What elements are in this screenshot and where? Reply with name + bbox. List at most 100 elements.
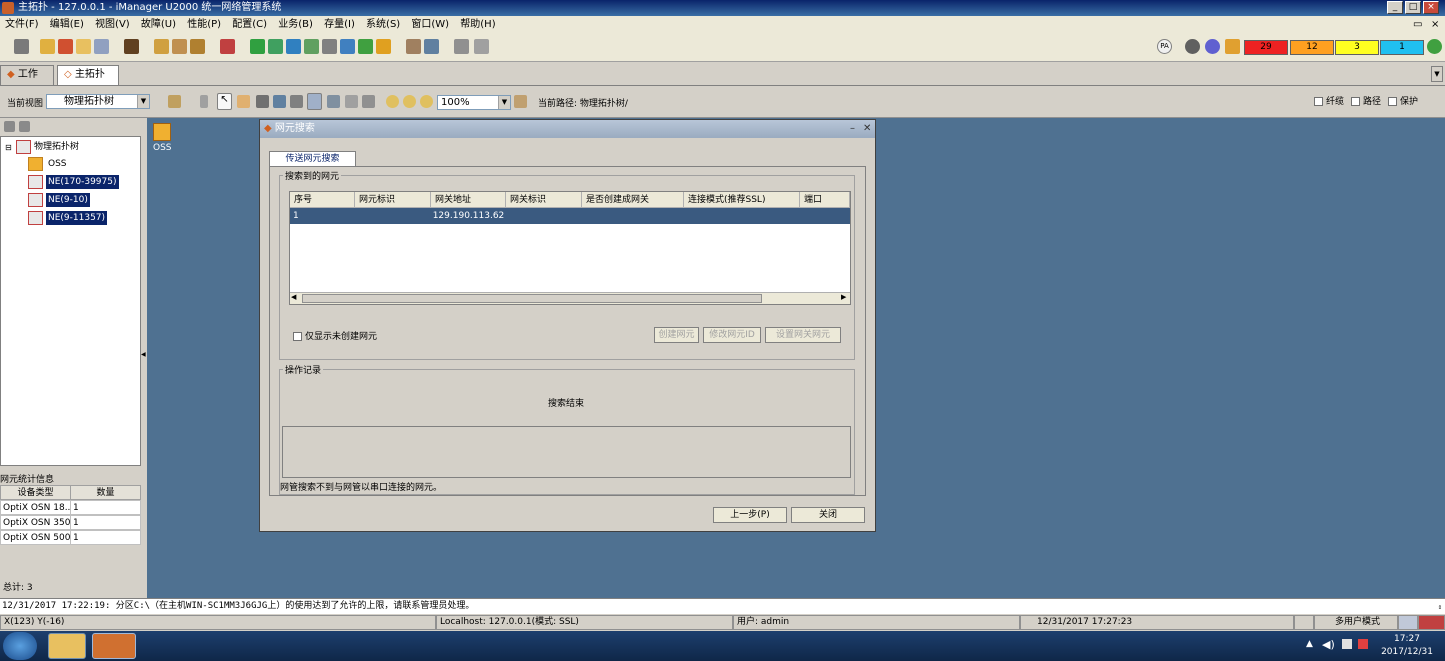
menu-performance[interactable]: 性能(P) bbox=[187, 19, 221, 30]
zoom-out-icon[interactable] bbox=[403, 95, 416, 108]
tray-expand-icon[interactable]: ▲ bbox=[1306, 639, 1313, 649]
network-icon[interactable] bbox=[1342, 639, 1352, 649]
report-icon[interactable] bbox=[424, 39, 439, 54]
major-alarm-count[interactable]: 12 bbox=[1290, 40, 1334, 55]
dialog-close-icon[interactable]: ✕ bbox=[863, 120, 871, 138]
stats-col-type[interactable]: 设备类型 bbox=[0, 485, 71, 500]
mute-icon[interactable] bbox=[190, 39, 205, 54]
tab-main-topology[interactable]: ◇ 主拓扑 ✕ bbox=[57, 65, 119, 98]
tree-root[interactable]: 物理拓扑树 bbox=[34, 140, 79, 154]
set-gateway-ne-button[interactable]: 设置网关网元 bbox=[765, 327, 841, 343]
topology-icon[interactable] bbox=[250, 39, 265, 54]
u2000-taskbar-icon[interactable] bbox=[92, 633, 136, 659]
expand-tree-icon[interactable] bbox=[4, 121, 15, 132]
user-icon[interactable] bbox=[124, 39, 139, 54]
print-icon[interactable] bbox=[362, 95, 375, 108]
grid-icon[interactable] bbox=[345, 95, 358, 108]
tool-icon[interactable] bbox=[220, 39, 235, 54]
plane-icon[interactable] bbox=[340, 39, 355, 54]
login-icon[interactable] bbox=[40, 39, 55, 54]
tree-item-ne-170-39975[interactable]: NE(170-39975) bbox=[46, 175, 119, 189]
oss-node-icon[interactable] bbox=[153, 123, 171, 141]
close-window-button[interactable]: × bbox=[1423, 1, 1439, 14]
locate-icon[interactable] bbox=[514, 95, 527, 108]
path-icon[interactable] bbox=[286, 39, 301, 54]
dialog-minimize-icon[interactable]: – bbox=[850, 120, 855, 138]
protect-check-box[interactable] bbox=[1388, 97, 1397, 106]
previous-step-button[interactable]: 上一步(P) bbox=[713, 507, 787, 523]
file-explorer-icon[interactable] bbox=[48, 633, 86, 659]
cut-icon[interactable] bbox=[322, 39, 337, 54]
close-button[interactable]: 关闭 bbox=[791, 507, 865, 523]
view-select[interactable]: 物理拓扑树 ▼ bbox=[46, 94, 150, 109]
warning-alarm-count[interactable]: 1 bbox=[1380, 40, 1424, 55]
menu-inventory[interactable]: 存量(I) bbox=[324, 19, 355, 30]
pin-icon[interactable] bbox=[200, 95, 208, 108]
status-monitor-icon[interactable] bbox=[1398, 615, 1418, 630]
clock-date[interactable]: 2017/12/31 bbox=[1378, 647, 1436, 657]
col-seq[interactable]: 序号 bbox=[290, 192, 355, 208]
tab-list-icon[interactable]: ▼ bbox=[1431, 66, 1443, 82]
status-scroll-icon[interactable]: ⇕ bbox=[1438, 600, 1442, 615]
stats-cell-count[interactable]: 1 bbox=[70, 500, 141, 515]
fiber-checkbox[interactable]: 纤缆 bbox=[1314, 94, 1344, 107]
tab-transport-ne-search[interactable]: 传送网元搜索 bbox=[269, 151, 356, 167]
menu-fault[interactable]: 故障(U) bbox=[141, 19, 176, 30]
minor-alarm-count[interactable]: 3 bbox=[1335, 40, 1379, 55]
add-object-icon[interactable] bbox=[168, 95, 181, 108]
tree-item-oss[interactable]: OSS bbox=[48, 157, 67, 171]
scroll-right-icon[interactable]: ▶ bbox=[841, 293, 846, 301]
create-ne-button[interactable]: 创建网元 bbox=[654, 327, 699, 343]
critical-alarm-count[interactable]: 29 bbox=[1244, 40, 1288, 55]
tab-workbench[interactable]: ◆ 工作台 bbox=[0, 65, 54, 98]
menu-window[interactable]: 窗口(W) bbox=[411, 19, 449, 30]
flag-icon[interactable] bbox=[1358, 639, 1368, 649]
menu-view[interactable]: 视图(V) bbox=[95, 19, 130, 30]
select-pointer-icon[interactable]: ↖ bbox=[217, 93, 232, 110]
alarm-light-icon[interactable] bbox=[1225, 39, 1240, 54]
binoculars-icon[interactable] bbox=[256, 95, 269, 108]
splitter-handle[interactable]: ◀ bbox=[141, 340, 146, 370]
service-icon[interactable] bbox=[268, 39, 283, 54]
col-created-as-gateway[interactable]: 是否创建成网关 bbox=[582, 192, 684, 208]
stats-cell-type[interactable]: OptiX OSN 500 bbox=[0, 530, 71, 545]
maximize-button[interactable]: □ bbox=[1405, 1, 1421, 14]
menu-edit[interactable]: 编辑(E) bbox=[50, 19, 84, 30]
stats-cell-count[interactable]: 1 bbox=[70, 515, 141, 530]
menu-system[interactable]: 系统(S) bbox=[366, 19, 400, 30]
document-icon[interactable] bbox=[290, 95, 303, 108]
collapse-tree-icon[interactable] bbox=[19, 121, 30, 132]
horizontal-scrollbar[interactable]: ◀ ▶ bbox=[290, 292, 850, 304]
tree-item-ne-9-11357[interactable]: NE(9-11357) bbox=[46, 211, 108, 225]
logout-icon[interactable] bbox=[58, 39, 73, 54]
menu-service[interactable]: 业务(B) bbox=[278, 19, 313, 30]
ne-explorer-icon[interactable] bbox=[304, 39, 319, 54]
shield-icon[interactable] bbox=[376, 39, 391, 54]
alarm-search-icon[interactable] bbox=[172, 39, 187, 54]
zoom-fit-icon[interactable] bbox=[420, 95, 433, 108]
route-check-box[interactable] bbox=[1351, 97, 1360, 106]
status-info-icon[interactable] bbox=[1294, 615, 1314, 630]
new-icon[interactable] bbox=[14, 39, 29, 54]
zoom-select[interactable]: 100% ▼ bbox=[437, 95, 511, 110]
switch-user-icon[interactable] bbox=[94, 39, 109, 54]
menu-restore-icon[interactable]: ▭ bbox=[1413, 16, 1422, 34]
table-row[interactable]: 1 129.190.113.62 bbox=[290, 208, 850, 224]
stats-cell-type[interactable]: OptiX OSN 3500 bbox=[0, 515, 71, 530]
lock-icon[interactable] bbox=[76, 39, 91, 54]
sound-icon[interactable] bbox=[1205, 39, 1220, 54]
clock-time[interactable]: 17:27 bbox=[1382, 634, 1432, 644]
minimize-button[interactable]: _ bbox=[1387, 1, 1403, 14]
col-port[interactable]: 端口 bbox=[800, 192, 850, 208]
save-layout-icon[interactable] bbox=[307, 93, 322, 110]
refresh-icon[interactable] bbox=[327, 95, 340, 108]
stats-cell-type[interactable]: OptiX OSN 18... bbox=[0, 500, 71, 515]
pa-icon[interactable]: PA bbox=[1157, 39, 1172, 54]
gauge-icon[interactable] bbox=[1185, 39, 1200, 54]
col-gateway-id[interactable]: 网关标识 bbox=[506, 192, 582, 208]
col-ne-id[interactable]: 网元标识 bbox=[355, 192, 431, 208]
tree-item-ne-9-10[interactable]: NE(9-10) bbox=[46, 193, 90, 207]
fiber-check-box[interactable] bbox=[1314, 97, 1323, 106]
start-button[interactable] bbox=[3, 632, 37, 660]
modify-ne-id-button[interactable]: 修改网元ID bbox=[703, 327, 761, 343]
